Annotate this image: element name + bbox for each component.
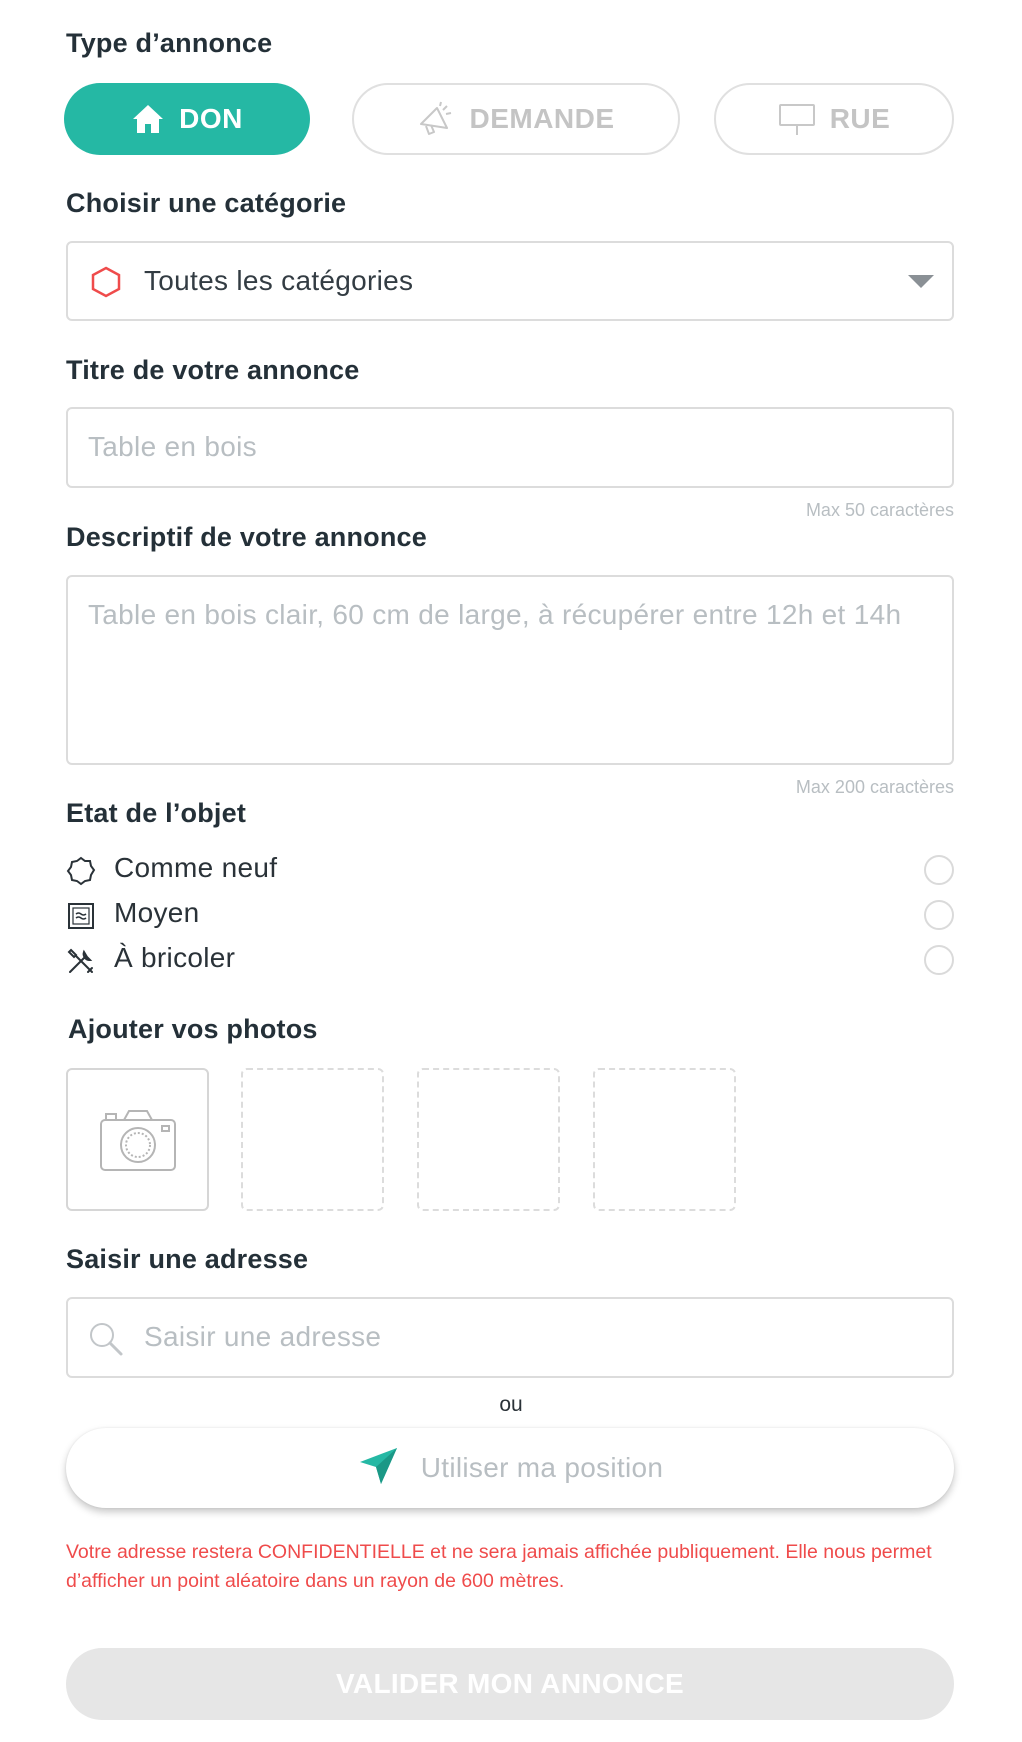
condition-section-title: Etat de l’objet [66,798,247,828]
description-section-title: Descriptif de votre annonce [66,522,427,552]
megaphone-icon [417,100,455,138]
description-placeholder: Table en bois clair, 60 cm de large, à r… [88,599,902,630]
type-button-don[interactable]: DON [64,83,310,155]
condition-option-moyen[interactable]: Moyen [66,897,954,937]
badge-icon [66,856,96,891]
house-icon [131,103,165,135]
create-listing-form: Type d’annonce DON DEMANDE RUE Choisir u… [0,0,1022,1742]
address-placeholder: Saisir une adresse [144,1321,382,1352]
street-sign-icon [778,102,816,136]
photos-section-title: Ajouter vos photos [68,1014,318,1044]
category-select[interactable]: Toutes les catégories [66,241,954,321]
submit-button[interactable]: VALIDER MON ANNONCE [66,1648,954,1720]
description-textarea[interactable]: Table en bois clair, 60 cm de large, à r… [66,575,954,765]
condition-radio[interactable] [924,855,954,885]
condition-label: À bricoler [114,942,236,973]
search-icon [88,1321,124,1362]
description-char-hint: Max 200 caractères [795,777,954,797]
title-section-title: Titre de votre annonce [66,355,360,385]
camera-icon [98,1108,178,1179]
use-position-label: Utiliser ma position [420,1452,664,1483]
category-value: Toutes les catégories [144,265,414,296]
type-button-label: RUE [829,103,891,134]
type-button-rue[interactable]: RUE [714,83,954,155]
photo-slot-empty[interactable] [241,1068,384,1211]
tools-icon [66,946,96,981]
photo-slot-empty[interactable] [417,1068,560,1211]
condition-option-a-bricoler[interactable]: À bricoler [66,942,954,982]
chevron-down-icon [908,275,934,294]
title-char-hint: Max 50 caractères [805,500,954,520]
address-input[interactable]: Saisir une adresse [66,1297,954,1378]
photo-slot-empty[interactable] [593,1068,736,1211]
approx-box-icon [66,901,96,936]
confidentiality-notice: Votre adresse restera CONFIDENTIELLE et … [66,1541,932,1592]
condition-option-comme-neuf[interactable]: Comme neuf [66,852,954,892]
photo-add-button[interactable] [66,1068,209,1211]
category-section-title: Choisir une catégorie [66,188,347,218]
hexagon-icon [90,265,122,304]
condition-radio[interactable] [924,945,954,975]
use-position-button[interactable]: Utiliser ma position [66,1428,954,1508]
address-section-title: Saisir une adresse [66,1244,309,1274]
type-section-title: Type d’annonce [66,28,273,58]
type-button-label: DON [179,103,243,134]
condition-label: Comme neuf [114,852,278,883]
type-button-label: DEMANDE [469,103,615,134]
type-button-demande[interactable]: DEMANDE [352,83,680,155]
title-placeholder: Table en bois [88,431,257,462]
location-arrow-icon [357,1445,399,1492]
condition-radio[interactable] [924,900,954,930]
or-separator: ou [499,1393,523,1416]
condition-label: Moyen [114,897,200,928]
title-input[interactable]: Table en bois [66,407,954,488]
